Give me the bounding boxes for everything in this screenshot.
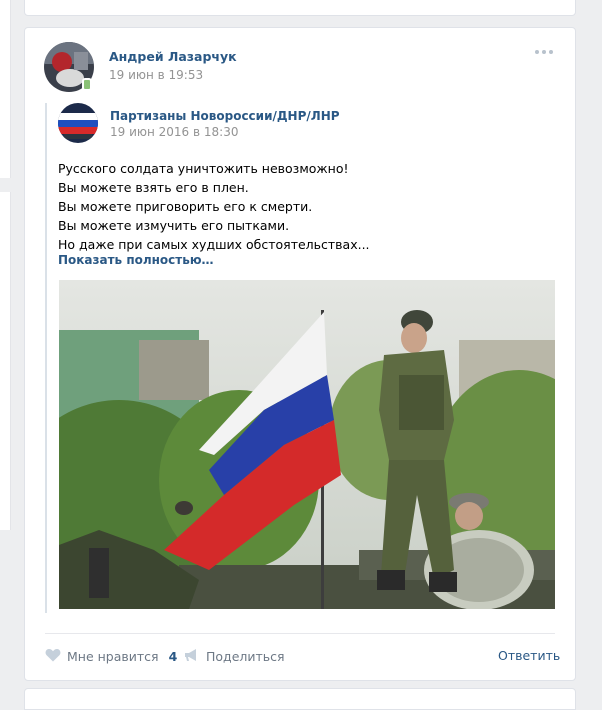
post-card: Андрей Лазарчук 19 июн в 19:53 Партизаны…	[24, 27, 576, 681]
previous-post-card	[24, 0, 576, 16]
text-line: Русского солдата уничтожить невозможно!	[58, 161, 349, 176]
post-date[interactable]: 19 июн в 19:53	[109, 68, 203, 82]
share-label: Поделиться	[206, 649, 285, 664]
megaphone-icon	[184, 648, 200, 665]
text-line: Но даже при самых худших обстоятельствах…	[58, 237, 370, 252]
heart-icon	[45, 648, 61, 665]
text-line: Вы можете приговорить его к смерти.	[58, 199, 313, 214]
source-name[interactable]: Партизаны Новороссии/ДНР/ЛНР	[110, 109, 340, 123]
more-dots-icon[interactable]	[535, 50, 553, 54]
actions-divider	[45, 633, 555, 634]
post-text: Русского солдата уничтожить невозможно! …	[58, 159, 370, 254]
text-line: Вы можете измучить его пытками.	[58, 218, 290, 233]
show-more-link[interactable]: Показать полностью…	[58, 253, 214, 267]
mobile-online-icon	[82, 78, 92, 91]
post-author[interactable]: Андрей Лазарчук	[109, 49, 237, 64]
sidebar-edge	[0, 192, 11, 530]
repost-divider	[45, 103, 47, 613]
post-photo[interactable]	[59, 280, 555, 609]
source-avatar[interactable]	[58, 103, 98, 143]
text-line: Вы можете взять его в плен.	[58, 180, 249, 195]
reply-button[interactable]: Ответить	[498, 648, 560, 663]
like-count: 4	[168, 649, 178, 664]
share-button[interactable]: Поделиться	[184, 648, 285, 665]
like-label: Мне нравится	[67, 649, 159, 664]
next-post-card	[24, 688, 576, 710]
like-button[interactable]: Мне нравится 4	[45, 648, 177, 665]
source-date[interactable]: 19 июн 2016 в 18:30	[110, 125, 238, 139]
sidebar-edge	[0, 0, 11, 178]
